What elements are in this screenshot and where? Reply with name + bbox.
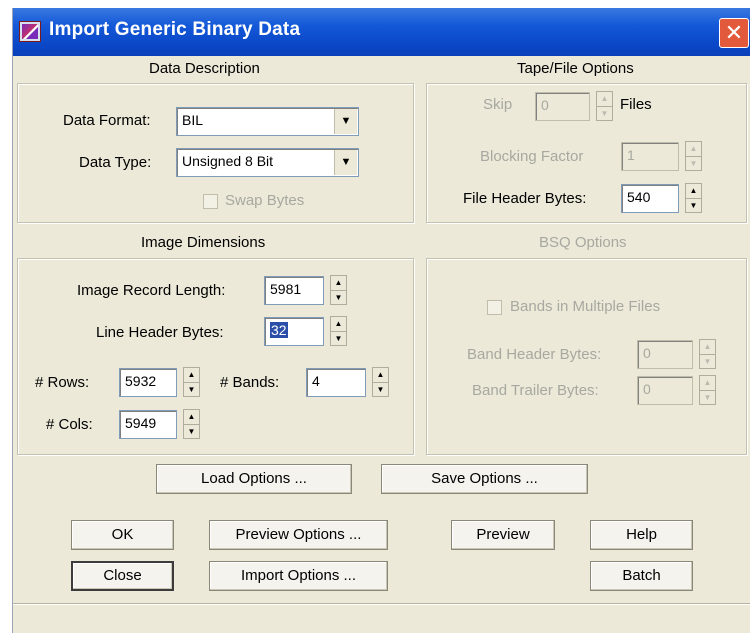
band-header-bytes-input[interactable]: 0 — [637, 340, 693, 369]
import-options-button[interactable]: Import Options ... — [209, 561, 388, 591]
band-header-bytes-label: Band Header Bytes: — [467, 346, 602, 363]
close-icon: ✕ — [724, 20, 744, 45]
chevron-down-icon[interactable]: ▼ — [334, 109, 357, 134]
title-bar[interactable]: Import Generic Binary Data ✕ — [13, 8, 750, 56]
band-trailer-bytes-label: Band Trailer Bytes: — [472, 382, 599, 399]
file-header-bytes-spinner[interactable]: ▲ ▼ — [685, 183, 702, 213]
load-options-button[interactable]: Load Options ... — [156, 464, 352, 494]
data-description-header: Data Description — [149, 60, 260, 77]
cols-input[interactable]: 5949 — [119, 410, 177, 439]
files-label: Files — [620, 96, 652, 113]
close-window-button[interactable]: ✕ — [719, 18, 749, 48]
save-options-button[interactable]: Save Options ... — [381, 464, 588, 494]
blocking-factor-label: Blocking Factor — [480, 148, 584, 165]
help-button[interactable]: Help — [590, 520, 693, 550]
data-type-label: Data Type: — [79, 154, 152, 171]
band-trailer-bytes-spinner[interactable]: ▲ ▼ — [699, 375, 716, 405]
line-header-bytes-label: Line Header Bytes: — [96, 324, 224, 341]
window-title: Import Generic Binary Data — [49, 19, 301, 40]
preview-button[interactable]: Preview — [451, 520, 555, 550]
swap-bytes-label: Swap Bytes — [225, 192, 305, 209]
rows-spinner[interactable]: ▲ ▼ — [183, 367, 200, 397]
rows-label: # Rows: — [35, 374, 90, 391]
file-header-bytes-label: File Header Bytes: — [463, 190, 587, 207]
data-type-value: Unsigned 8 Bit — [182, 153, 274, 169]
image-dimensions-header: Image Dimensions — [141, 234, 266, 251]
image-record-length-spinner[interactable]: ▲ ▼ — [330, 275, 347, 305]
status-bar — [13, 603, 750, 634]
blocking-factor-input[interactable]: 1 — [621, 142, 679, 171]
bands-input[interactable]: 4 — [306, 368, 366, 397]
bsq-options-header: BSQ Options — [539, 234, 627, 251]
line-header-bytes-value: 32 — [270, 322, 288, 338]
close-button[interactable]: Close — [71, 561, 174, 591]
cols-spinner[interactable]: ▲ ▼ — [183, 409, 200, 439]
data-type-select[interactable]: Unsigned 8 Bit ▼ — [176, 148, 359, 177]
app-icon — [19, 21, 41, 42]
data-format-label: Data Format: — [63, 112, 151, 129]
data-format-value: BIL — [182, 112, 204, 128]
skip-label: Skip — [483, 96, 513, 113]
line-header-bytes-spinner[interactable]: ▲ ▼ — [330, 316, 347, 346]
image-record-length-label: Image Record Length: — [77, 282, 226, 299]
skip-spinner[interactable]: ▲ ▼ — [596, 91, 613, 121]
band-header-bytes-spinner[interactable]: ▲ ▼ — [699, 339, 716, 369]
line-header-bytes-input[interactable]: 32 — [264, 317, 324, 346]
skip-input[interactable]: 0 — [535, 92, 590, 121]
import-dialog: Import Generic Binary Data ✕ Data Descri… — [12, 8, 750, 633]
tape-options-header: Tape/File Options — [517, 60, 634, 77]
rows-input[interactable]: 5932 — [119, 368, 177, 397]
blocking-factor-spinner[interactable]: ▲ ▼ — [685, 141, 702, 171]
chevron-down-icon[interactable]: ▼ — [334, 150, 357, 175]
image-record-length-input[interactable]: 5981 — [264, 276, 324, 305]
cols-label: # Cols: — [46, 416, 93, 433]
file-header-bytes-input[interactable]: 540 — [621, 184, 679, 213]
bands-in-multiple-files-checkbox[interactable] — [487, 300, 502, 315]
bands-label: # Bands: — [220, 374, 280, 391]
preview-options-button[interactable]: Preview Options ... — [209, 520, 388, 550]
band-trailer-bytes-input[interactable]: 0 — [637, 376, 693, 405]
data-format-select[interactable]: BIL ▼ — [176, 107, 359, 136]
batch-button[interactable]: Batch — [590, 561, 693, 591]
bands-in-multiple-files-label: Bands in Multiple Files — [510, 298, 661, 315]
swap-bytes-checkbox[interactable] — [203, 194, 218, 209]
bands-spinner[interactable]: ▲ ▼ — [372, 367, 389, 397]
ok-button[interactable]: OK — [71, 520, 174, 550]
